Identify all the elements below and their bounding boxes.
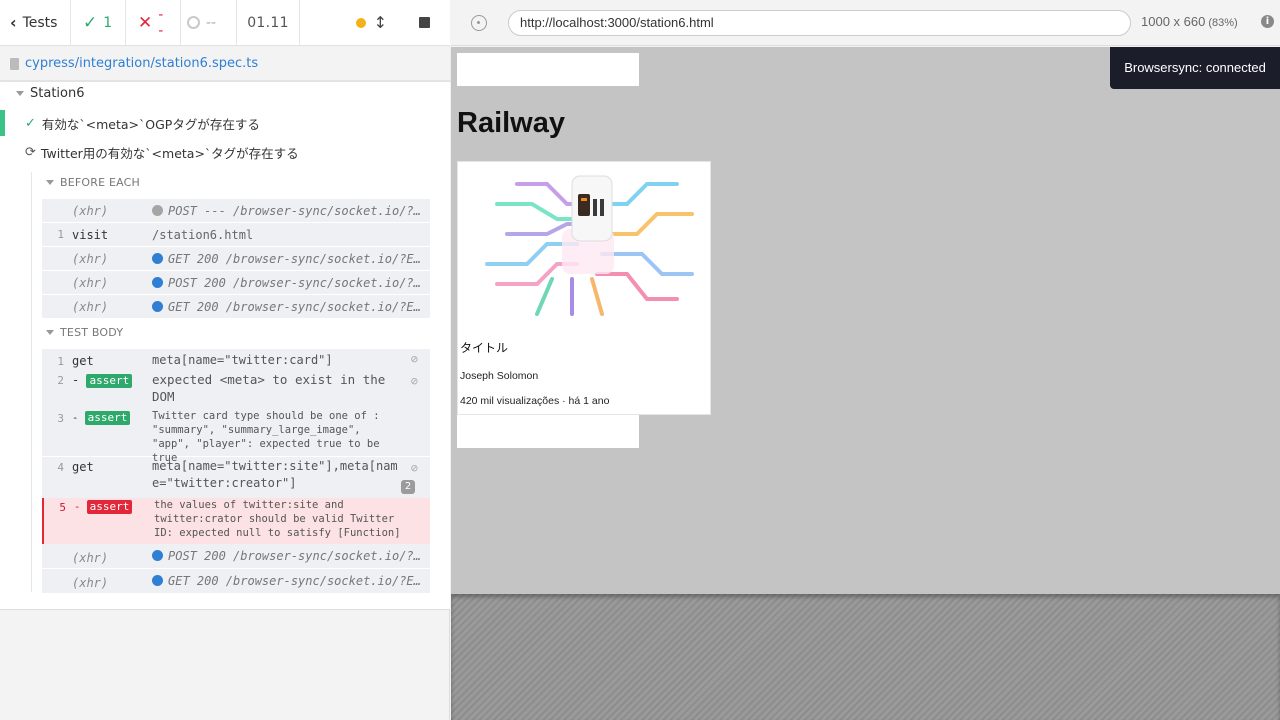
refresh-icon: ⟳	[25, 144, 36, 160]
eye-slash-icon[interactable]: ⊘	[411, 461, 418, 475]
status-dot-icon	[152, 276, 163, 288]
url-input[interactable]: http://localhost:3000/station6.html	[508, 10, 1131, 36]
run-controls: ↕	[300, 0, 450, 46]
command-message: /station6.html	[152, 227, 254, 242]
status-dot-icon	[152, 575, 163, 586]
pending-count: --	[206, 14, 217, 31]
element-count-badge: 2	[401, 480, 415, 494]
zoom-level: (83%)	[1208, 17, 1238, 29]
command-row[interactable]: 2 - assert expected <meta> to exist in t…	[42, 371, 430, 409]
header-placeholder-box	[457, 53, 639, 86]
command-message: expected <meta> to exist in the DOM	[152, 372, 386, 404]
card-author[interactable]: Joseph Solomon	[460, 370, 538, 382]
file-icon	[10, 57, 19, 70]
card-meta: 420 mil visualizações · há 1 ano	[460, 395, 610, 407]
video-card[interactable]: タイトル Joseph Solomon 420 mil visualizaçõe…	[457, 161, 711, 415]
command-message: meta[name="twitter:card"]	[152, 352, 333, 367]
viewport-overflow-area	[451, 594, 1280, 720]
viewport-info[interactable]: 1000 x 660 (83%)	[1141, 14, 1238, 29]
chevron-left-icon: ‹	[10, 13, 17, 32]
assert-badge: assert	[86, 374, 133, 388]
command-message: POST 200 /browser-sync/socket.io/?EIO=3&…	[168, 549, 422, 563]
reporter-header: ‹ Tests ✓ 1 ✕ -- -- 01.11 ↕	[0, 0, 450, 46]
command-message: GET 200 /browser-sync/socket.io/?EIO=3&t…	[168, 299, 430, 314]
pending-circle-icon	[187, 16, 200, 29]
tests-button[interactable]: ‹ Tests	[0, 0, 71, 46]
test-row-running[interactable]: ⟳ Twitter用の有効な`<meta>`タグが存在する	[0, 139, 450, 165]
command-row[interactable]: 4 get meta[name="twitter:site"],meta[nam…	[42, 458, 430, 498]
page-title: Railway	[457, 107, 565, 139]
command-row[interactable]: 3 - assert Twitter card type should be o…	[42, 409, 430, 464]
check-icon: ✓	[83, 12, 98, 33]
status-dot-icon	[152, 204, 163, 216]
command-row[interactable]: 1 get meta[name="twitter:card"] ⊘	[42, 349, 430, 371]
status-dot-icon	[152, 252, 163, 264]
command-row[interactable]: (xhr) GET 200 /browser-sync/socket.io/?E…	[42, 570, 430, 593]
passed-stat: ✓ 1	[71, 0, 126, 46]
pending-stat: --	[181, 0, 236, 46]
assert-badge: assert	[84, 411, 131, 425]
caret-down-icon	[16, 91, 24, 96]
assert-badge: assert	[86, 500, 133, 514]
runnables-list: Station6 ✓ 有効な`<meta>`OGPタグが存在する ⟳ Twitt…	[0, 82, 450, 610]
cypress-runner: ‹ Tests ✓ 1 ✕ -- -- 01.11 ↕ cypress/inte…	[0, 0, 1280, 720]
command-row[interactable]: (xhr) GET 200 /browser-sync/socket.io/?E…	[42, 295, 430, 319]
browser-panel: http://localhost:3000/station6.html 1000…	[451, 0, 1280, 720]
status-dot-icon	[152, 550, 163, 561]
app-under-test: Railway タイトル Joseph Solomon 420 mil visu…	[451, 47, 1280, 594]
eye-slash-icon[interactable]: ⊘	[411, 374, 418, 388]
command-message: Twitter card type should be one of : "su…	[152, 410, 380, 464]
command-row[interactable]: (xhr) POST 200 /browser-sync/socket.io/?…	[42, 545, 430, 569]
command-row[interactable]: (xhr) POST 200 /browser-sync/socket.io/?…	[42, 271, 430, 295]
command-row[interactable]: (xhr) POST --- /browser-sync/socket.io/?…	[42, 199, 430, 223]
cross-icon: ✕	[138, 12, 153, 33]
test-body-commands: 1 get meta[name="twitter:card"] ⊘ 2 - as…	[42, 349, 430, 593]
command-message: POST --- /browser-sync/socket.io/?EIO=3&…	[168, 203, 430, 218]
check-icon: ✓	[25, 115, 36, 131]
caret-down-icon	[46, 330, 54, 335]
test-body-label[interactable]: TEST BODY	[46, 326, 123, 339]
viewport-size: 1000 x 660	[1141, 14, 1206, 29]
browsersync-toast: Browsersync: connected	[1110, 47, 1280, 89]
test-hooks: BEFORE EACH (xhr) POST --- /browser-sync…	[31, 172, 431, 593]
eye-slash-icon[interactable]: ⊘	[411, 352, 418, 366]
auto-scroll-toggle-icon[interactable]: ↕	[374, 13, 387, 32]
suite-title-row[interactable]: Station6	[16, 86, 85, 101]
tests-label: Tests	[22, 14, 58, 31]
spec-file-link[interactable]: cypress/integration/station6.spec.ts	[25, 56, 258, 71]
passed-count: 1	[103, 14, 113, 31]
command-row-failed[interactable]: 5 - assert the values of twitter:site an…	[42, 498, 430, 544]
video-thumbnail	[485, 175, 694, 316]
status-dot-icon	[152, 300, 163, 312]
command-message: POST 200 /browser-sync/socket.io/?EIO=3&…	[168, 275, 430, 290]
spec-file-bar: cypress/integration/station6.spec.ts	[0, 47, 450, 81]
selector-playground-icon[interactable]	[471, 14, 487, 31]
test-title: 有効な`<meta>`OGPタグが存在する	[41, 116, 260, 132]
command-message: GET 200 /browser-sync/socket.io/?EIO=3&t…	[168, 251, 430, 266]
suite-title: Station6	[30, 86, 85, 101]
before-each-label[interactable]: BEFORE EACH	[46, 176, 140, 189]
before-each-commands: (xhr) POST --- /browser-sync/socket.io/?…	[42, 199, 430, 319]
test-title: Twitter用の有効な`<meta>`タグが存在する	[40, 145, 299, 161]
reporter-panel: ‹ Tests ✓ 1 ✕ -- -- 01.11 ↕ cypress/inte…	[0, 0, 450, 720]
stop-icon[interactable]	[419, 17, 430, 28]
run-duration: 01.11	[236, 0, 300, 46]
info-icon[interactable]: i	[1261, 15, 1274, 28]
failed-count: --	[158, 6, 164, 39]
command-message: the values of twitter:site and twitter:c…	[154, 499, 401, 539]
card-title[interactable]: タイトル	[460, 339, 508, 356]
failed-stat: ✕ --	[126, 0, 181, 46]
command-row[interactable]: 1 visit /station6.html	[42, 223, 430, 247]
test-row-passed[interactable]: ✓ 有効な`<meta>`OGPタグが存在する	[0, 110, 450, 136]
command-message: meta[name="twitter:site"],meta[name="twi…	[152, 459, 398, 490]
command-row[interactable]: (xhr) GET 200 /browser-sync/socket.io/?E…	[42, 247, 430, 271]
command-message: GET 200 /browser-sync/socket.io/?EIO=3&t…	[168, 574, 422, 588]
footer-placeholder-box	[457, 415, 639, 448]
caret-down-icon	[46, 180, 54, 185]
url-bar: http://localhost:3000/station6.html 1000…	[451, 0, 1280, 46]
auto-scroll-indicator-icon	[355, 17, 366, 28]
